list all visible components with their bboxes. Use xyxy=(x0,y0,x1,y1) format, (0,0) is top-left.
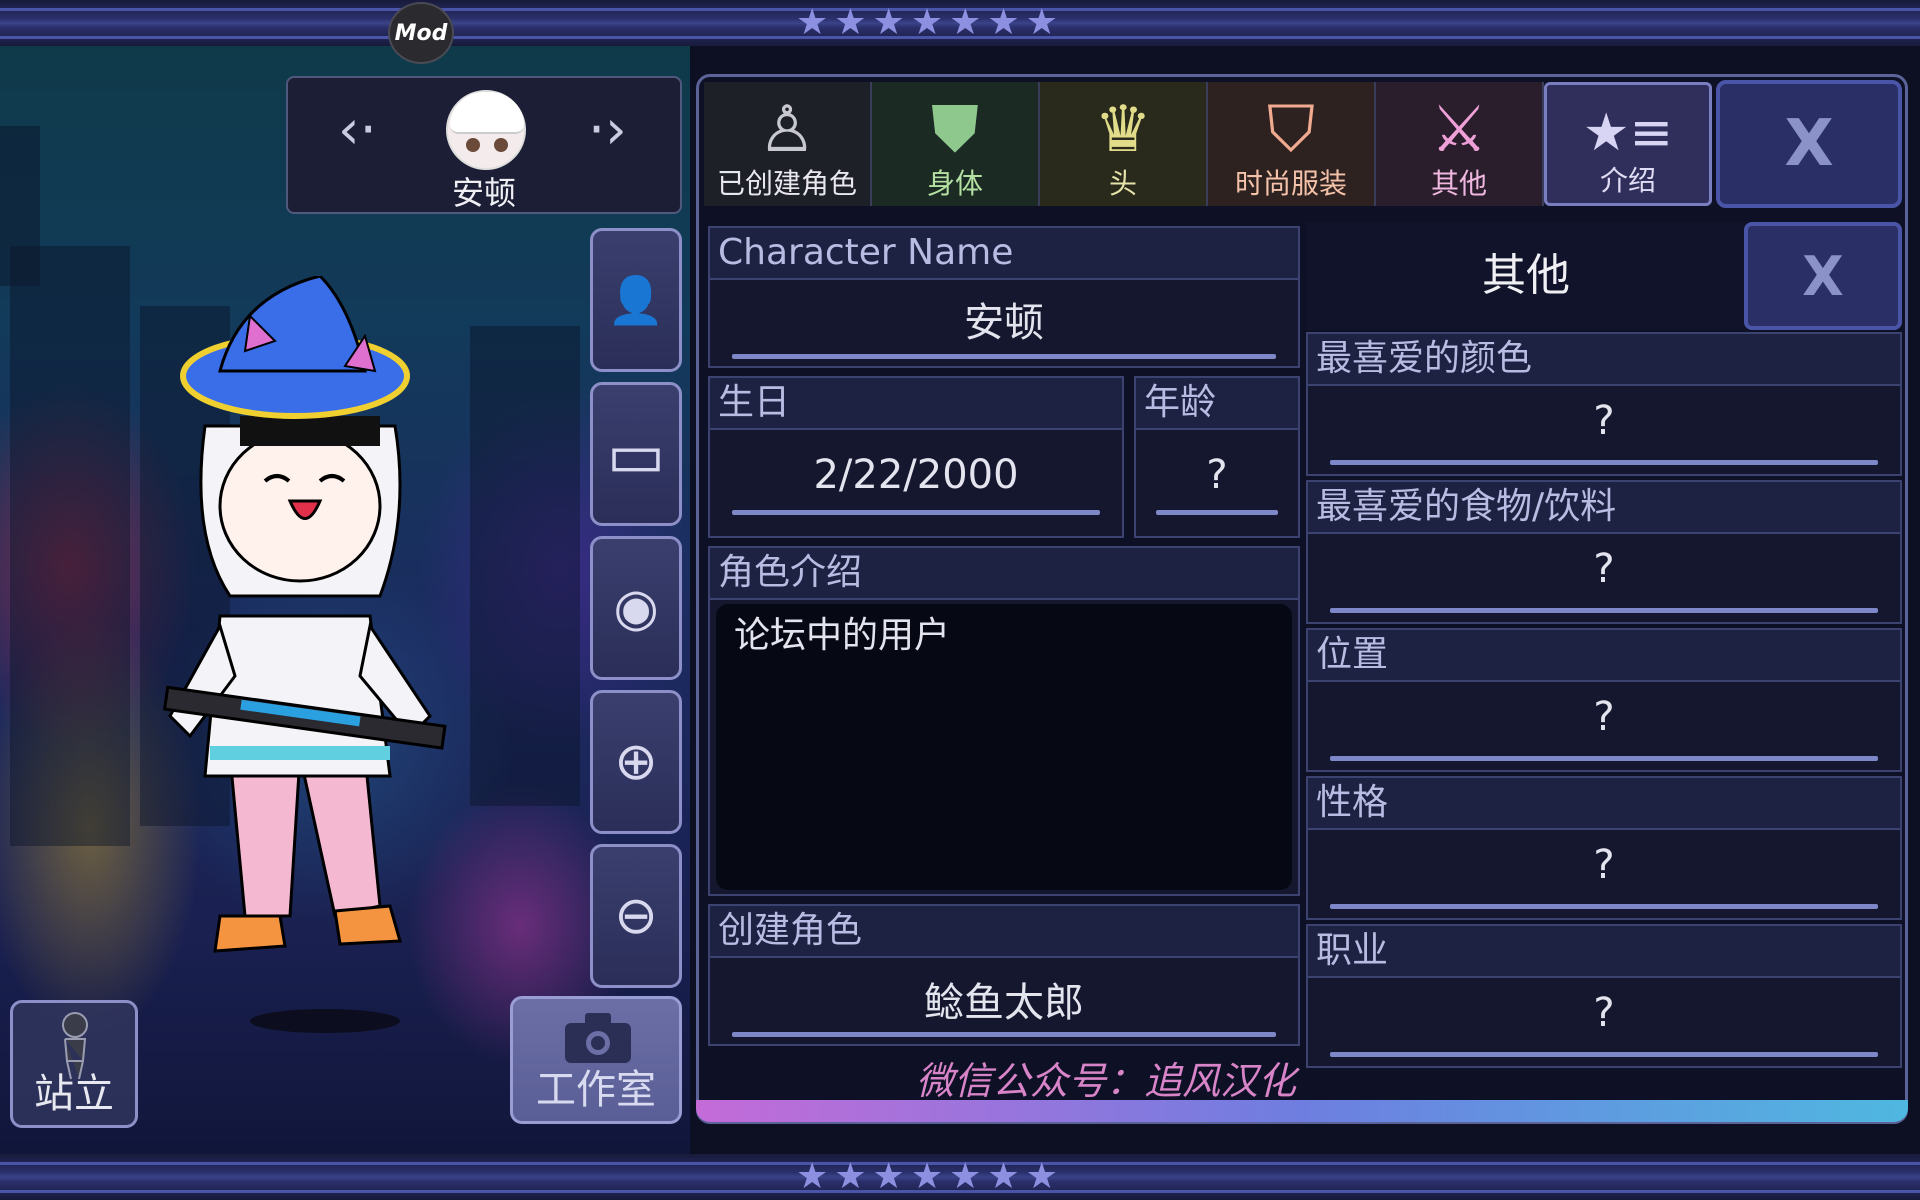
favorite-color-input[interactable]: ? xyxy=(1308,398,1900,444)
input-underline xyxy=(732,510,1100,515)
tab-label: 介绍 xyxy=(1599,164,1656,197)
visibility-button[interactable]: ◉ xyxy=(590,536,682,680)
tab-created-characters[interactable]: ♙ 已创建角色 xyxy=(704,82,872,206)
bg-building xyxy=(10,246,130,846)
stars-decoration: ★★★★★★★ xyxy=(796,2,1064,43)
input-underline xyxy=(1330,904,1878,909)
age-input[interactable]: ? xyxy=(1136,452,1298,498)
tab-label: 头 xyxy=(1108,167,1137,200)
intro-label: 角色介绍 xyxy=(710,548,1298,600)
zoom-out-icon: ⊖ xyxy=(614,886,658,946)
personality-input[interactable]: ? xyxy=(1308,842,1900,888)
input-underline xyxy=(1330,460,1878,465)
close-other-button[interactable]: X xyxy=(1744,222,1902,330)
tab-fashion[interactable]: ⛉ 时尚服装 xyxy=(1208,82,1376,206)
zoom-in-button[interactable]: ⊕ xyxy=(590,690,682,834)
image-icon: ▭ xyxy=(606,417,666,491)
location-label: 位置 xyxy=(1308,630,1900,682)
pose-stand-label: 站立 xyxy=(34,1071,114,1117)
tab-head[interactable]: ♛ 头 xyxy=(1040,82,1208,206)
avatar-eye xyxy=(466,138,480,152)
sword-cat-icon: ⚔ xyxy=(1430,93,1488,167)
close-icon: X xyxy=(1802,244,1844,308)
close-icon: X xyxy=(1784,107,1834,181)
occupation-input[interactable]: ? xyxy=(1308,990,1900,1036)
character-selector: ‹· ·› 安顿 xyxy=(286,76,682,214)
favorite-food-field: 最喜爱的食物/饮料 ? xyxy=(1306,480,1902,624)
character-illustration[interactable] xyxy=(150,276,510,1036)
bg-building xyxy=(0,126,40,286)
age-label: 年龄 xyxy=(1136,378,1298,430)
character-name-label: Character Name xyxy=(710,228,1298,280)
jacket-icon: ⛊ xyxy=(931,93,979,167)
input-underline xyxy=(1330,1052,1878,1057)
age-field: 年龄 ? xyxy=(1134,376,1300,538)
input-underline xyxy=(732,354,1276,359)
favorite-food-input[interactable]: ? xyxy=(1308,546,1900,592)
personality-label: 性格 xyxy=(1308,778,1900,830)
tab-label: 已创建角色 xyxy=(716,167,857,200)
studio-button[interactable]: 工作室 xyxy=(510,996,682,1124)
creator-input[interactable]: 鲶鱼太郎 xyxy=(710,970,1298,1028)
input-underline xyxy=(1330,608,1878,613)
category-tabs: ♙ 已创建角色 ⛊ 身体 ♛ 头 ⛉ 时尚服装 ⚔ 其他 ★≡ 介绍 xyxy=(704,82,1712,206)
watermark-text: 微信公众号：追风汉化 xyxy=(916,1059,1297,1103)
eye-icon: ◉ xyxy=(613,578,659,638)
bottom-bar: ★★★★★★★ xyxy=(0,1154,1920,1200)
tab-label: 其他 xyxy=(1430,167,1487,200)
character-name-input[interactable]: 安顿 xyxy=(710,290,1298,348)
other-section-title: 其他 xyxy=(1306,222,1746,330)
birthday-label: 生日 xyxy=(710,378,1122,430)
tab-label: 身体 xyxy=(926,167,983,200)
tab-profile[interactable]: ★≡ 介绍 xyxy=(1544,82,1712,206)
location-input[interactable]: ? xyxy=(1308,694,1900,740)
character-avatar[interactable] xyxy=(446,90,526,170)
occupation-label: 职业 xyxy=(1308,926,1900,978)
panel-bottom-accent xyxy=(696,1100,1908,1122)
add-character-button[interactable]: 👤 xyxy=(590,228,682,372)
input-underline xyxy=(1330,756,1878,761)
creator-label: 创建角色 xyxy=(710,906,1298,958)
tab-body[interactable]: ⛊ 身体 xyxy=(872,82,1040,206)
favorite-food-label: 最喜爱的食物/饮料 xyxy=(1308,482,1900,534)
pose-stand-button[interactable]: 站立 xyxy=(10,1000,138,1128)
birthday-field: 生日 2/22/2000 xyxy=(708,376,1124,538)
figure-icon: ♙ xyxy=(758,93,816,167)
character-name-label: 安顿 xyxy=(451,174,516,212)
person-add-icon: 👤 xyxy=(607,272,665,327)
next-character-arrow[interactable]: ·› xyxy=(588,100,627,160)
creator-field: 创建角色 鲶鱼太郎 xyxy=(708,904,1300,1046)
mod-badge[interactable]: Mod xyxy=(388,2,454,64)
zoom-out-button[interactable]: ⊖ xyxy=(590,844,682,988)
tab-label: 时尚服装 xyxy=(1234,167,1347,200)
input-underline xyxy=(1156,510,1278,515)
close-panel-button[interactable]: X xyxy=(1716,80,1902,208)
shirt-icon: ⛉ xyxy=(1267,93,1315,167)
personality-field: 性格 ? xyxy=(1306,776,1902,920)
background-button[interactable]: ▭ xyxy=(590,382,682,526)
location-field: 位置 ? xyxy=(1306,628,1902,772)
stars-decoration: ★★★★★★★ xyxy=(796,1156,1064,1197)
character-name-field: Character Name 安顿 xyxy=(708,226,1300,368)
intro-text: 论坛中的用户 xyxy=(734,615,951,656)
tab-other[interactable]: ⚔ 其他 xyxy=(1376,82,1544,206)
birthday-input[interactable]: 2/22/2000 xyxy=(710,452,1122,498)
avatar-eye xyxy=(494,138,508,152)
studio-label: 工作室 xyxy=(536,1067,656,1113)
occupation-field: 职业 ? xyxy=(1306,924,1902,1068)
favorite-color-label: 最喜爱的颜色 xyxy=(1308,334,1900,386)
hair-icon: ♛ xyxy=(1094,93,1152,167)
favorite-color-field: 最喜爱的颜色 ? xyxy=(1306,332,1902,476)
top-bar: ★★★★★★★ xyxy=(0,0,1920,46)
zoom-in-icon: ⊕ xyxy=(614,732,658,792)
prev-character-arrow[interactable]: ‹· xyxy=(338,100,377,160)
input-underline xyxy=(732,1032,1276,1037)
